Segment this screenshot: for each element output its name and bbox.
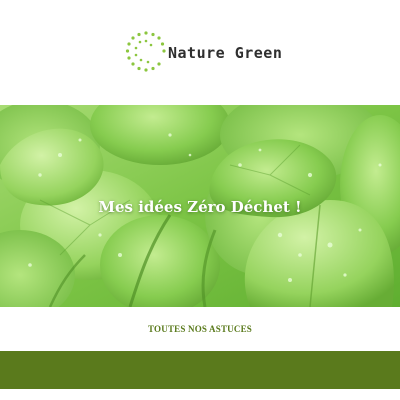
hero-banner: Mes idées Zéro Déchet ! — [0, 105, 400, 307]
brand-logo[interactable]: Nature Green — [124, 30, 304, 78]
green-footer-band — [0, 351, 400, 389]
footer-strip — [0, 389, 400, 400]
brand-name: Nature Green — [168, 44, 283, 62]
leaf-dots-logo-icon — [125, 31, 166, 72]
site-header: Nature Green — [0, 0, 400, 105]
hero-title: Mes idées Zéro Déchet ! — [98, 198, 302, 216]
tips-link-row: TOUTES NOS ASTUCES — [0, 307, 400, 351]
all-tips-link[interactable]: TOUTES NOS ASTUCES — [0, 324, 400, 334]
